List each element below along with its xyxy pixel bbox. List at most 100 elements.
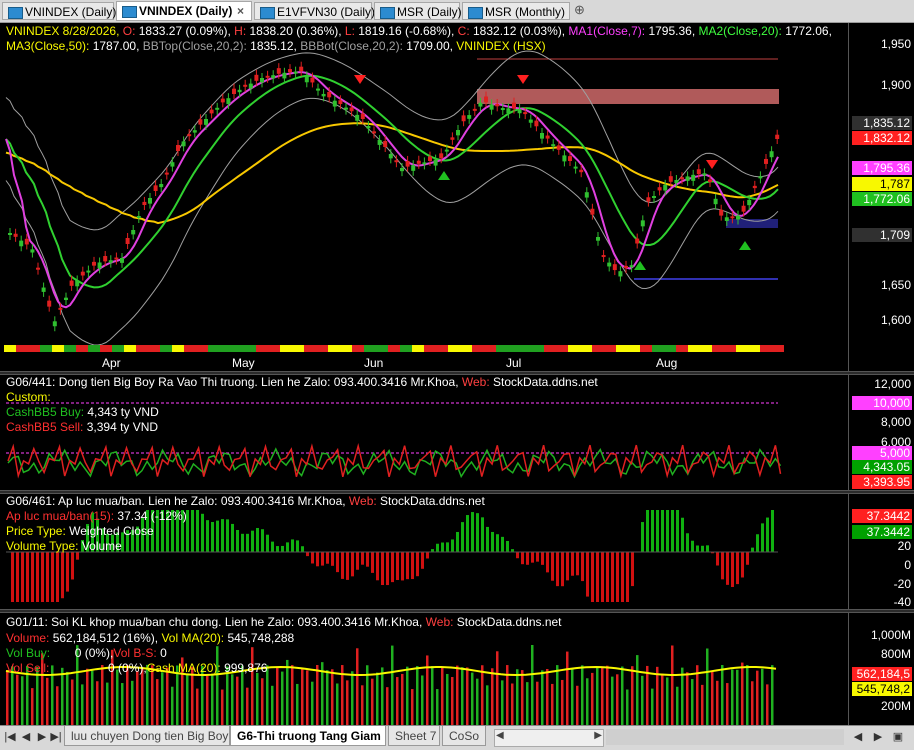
sell-signal-icon [517, 75, 529, 84]
pressure-bar [421, 552, 424, 569]
volume-bar [131, 681, 134, 725]
next-sheet-icon[interactable]: ▶ [36, 729, 48, 745]
candle [266, 76, 270, 78]
volume-bar [66, 672, 69, 725]
candle [417, 161, 421, 164]
volume-type-legend: Volume Type: Volume [6, 539, 122, 554]
scroll-track[interactable] [606, 729, 844, 745]
trend-strip [640, 345, 652, 352]
pressure-bar [411, 552, 414, 579]
trend-strip [100, 345, 112, 352]
pressure-bar [756, 534, 759, 552]
y-tick-label: 1,000M [871, 628, 911, 642]
scroll-left-icon[interactable]: ◀ [852, 729, 864, 745]
tab-vnindex-daily-1[interactable]: VNINDEX (Daily) [2, 2, 114, 20]
scroll-right-icon[interactable]: ▶ [872, 729, 884, 745]
volume-bar [501, 680, 504, 725]
volume-bar [311, 682, 314, 725]
tab-vnindex-daily-active[interactable]: VNINDEX (Daily)× [116, 1, 252, 21]
candle [602, 255, 606, 257]
new-tab-icon[interactable]: ⊕ [574, 2, 585, 18]
candle [53, 321, 57, 326]
volume-bar [656, 667, 659, 725]
candle [574, 167, 578, 169]
price-chart-panel[interactable]: VNINDEX 8/28/2026, O: 1833.27 (0.09%), H… [0, 23, 848, 373]
candle [148, 198, 152, 204]
pressure-bar [576, 552, 579, 575]
money-flow-panel[interactable]: G06/441: Dong tien Big Boy Ra Vao Thi tr… [0, 375, 848, 490]
candle [243, 85, 247, 87]
volume-bar [691, 679, 694, 725]
volume-y-axis[interactable]: 1,000M 800M 200M 562,184,5 545,748,2 [848, 613, 914, 725]
candle [142, 202, 146, 205]
volume-bar [516, 669, 519, 725]
sheet-tab-g6[interactable]: G6-Thi truong Tang Giam [230, 726, 386, 746]
sheet-tab-bar: |◀ ◀ ▶ ▶| luu chuyen Dong tien Big Boy G… [0, 725, 914, 750]
candle [271, 75, 275, 78]
pressure-bar [291, 539, 294, 552]
horizontal-scrollbar[interactable]: ◀ ▶ [494, 729, 604, 747]
pressure-bar [326, 552, 329, 564]
legend-part: MA1(Close,7): [568, 24, 648, 38]
volume-bar [416, 666, 419, 725]
pressure-bar [21, 552, 24, 602]
volume-bar [56, 686, 59, 725]
candle [686, 176, 690, 180]
trend-strip [412, 345, 424, 352]
candle [630, 265, 634, 267]
sheet-tab-luu-chuyen[interactable]: luu chuyen Dong tien Big Boy [64, 726, 230, 746]
close-price-tag: 1,832.12 [852, 131, 912, 145]
volume-bar [661, 674, 664, 725]
y-tick-label: 1,650 [881, 278, 911, 292]
y-tick-label: 12,000 [874, 377, 911, 391]
legend-part: BBTop(Close,20,2): [143, 39, 250, 53]
trend-strip [208, 345, 220, 352]
volume-bar [581, 665, 584, 725]
candle [198, 119, 202, 124]
pressure-bar [591, 552, 594, 602]
month-label: Aug [656, 356, 677, 370]
candle [310, 78, 314, 83]
candle [30, 249, 34, 252]
pressure-bar [496, 534, 499, 552]
trend-strip [280, 345, 292, 352]
prev-sheet-icon[interactable]: ◀ [20, 729, 32, 745]
buy-sell-pressure-panel[interactable]: G06/461: Ap luc mua/ban. Lien he Zalo: 0… [0, 494, 848, 609]
first-sheet-icon[interactable]: |◀ [4, 729, 16, 745]
y-tick-label: 0 [904, 558, 911, 572]
scroll-left-icon[interactable]: ◀ [496, 730, 504, 741]
candle [350, 107, 354, 111]
candle [42, 288, 46, 292]
pressure-bar [546, 552, 549, 572]
zoom-icon[interactable]: ▣ [892, 729, 904, 745]
sheet-tab-coso[interactable]: CoSo [442, 726, 486, 746]
candle [383, 141, 387, 147]
pressure-y-axis[interactable]: 20 0 -20 -40 37.3442 37.3442 [848, 494, 914, 609]
tab-e1vfvn30-daily[interactable]: E1VFVN30 (Daily) [254, 2, 372, 20]
volume-bar [246, 688, 249, 725]
volume-bar [611, 677, 614, 725]
volume-bar [121, 683, 124, 725]
pressure-red-tag: 37.3442 [852, 509, 912, 523]
candle [58, 308, 62, 310]
tab-msr-monthly[interactable]: MSR (Monthly) [462, 2, 570, 20]
last-sheet-icon[interactable]: ▶| [50, 729, 62, 745]
price-legend-line2: MA3(Close,50): 1787.00, BBTop(Close,20,2… [6, 39, 546, 54]
close-tab-icon[interactable]: × [237, 2, 244, 20]
volume-panel[interactable]: G01/11: Soi KL khop mua/ban chu dong. Li… [0, 613, 848, 725]
candle [333, 101, 337, 107]
pressure-bar [281, 546, 284, 552]
money-flow-y-axis[interactable]: 12,000 8,000 6,000 10,000 5,000 4,343.05… [848, 375, 914, 490]
price-y-axis[interactable]: 1,950 1,900 1,650 1,600 1,835.12 1,832.1… [848, 23, 914, 373]
vol-sell-legend: Vol Sell: 0 (0%), Cash MA(20): 999,876 [6, 661, 267, 676]
candle [36, 268, 40, 270]
scroll-right-icon[interactable]: ▶ [594, 730, 602, 741]
pressure-bar [216, 521, 219, 552]
tab-msr-daily[interactable]: MSR (Daily) [374, 2, 460, 20]
sheet-tab-sheet7[interactable]: Sheet 7 [388, 726, 440, 746]
volume-bar [701, 685, 704, 725]
legend-part: 1833.27 (0.09%), [139, 24, 234, 38]
volume-bar [736, 670, 739, 725]
trend-strip [340, 345, 352, 352]
candle [182, 141, 186, 146]
